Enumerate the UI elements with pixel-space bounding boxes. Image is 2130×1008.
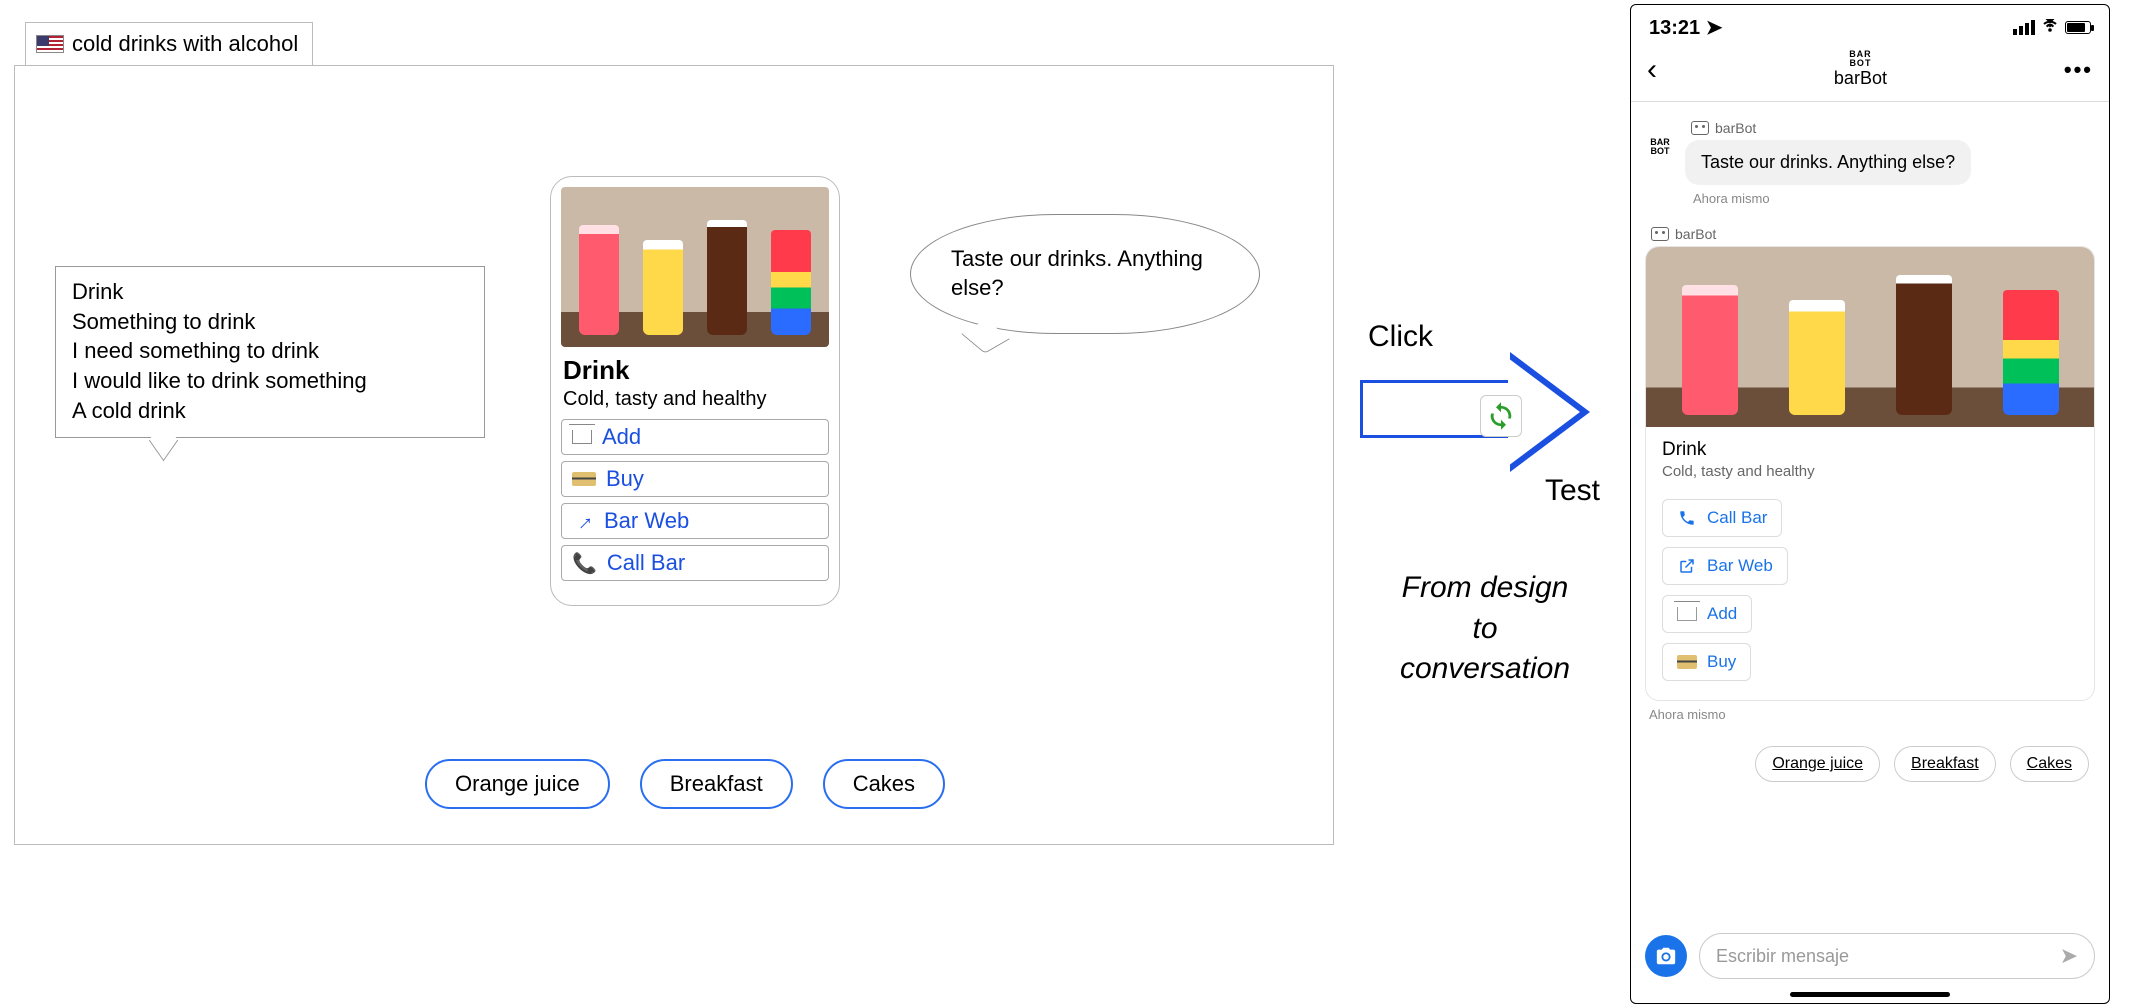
bot-avatar: BARBOT bbox=[1645, 138, 1675, 156]
test-label: Test bbox=[1360, 474, 1600, 508]
chat-card-call-button[interactable]: Call Bar bbox=[1662, 499, 1782, 537]
card-web-button[interactable]: → Bar Web bbox=[561, 503, 829, 539]
battery-icon bbox=[2065, 21, 2091, 34]
intent-line: Drink bbox=[72, 277, 468, 307]
chat-card: Drink Cold, tasty and healthy Call Bar B… bbox=[1645, 246, 2095, 701]
chat-card-subtitle: Cold, tasty and healthy bbox=[1662, 463, 2078, 480]
location-arrow-icon: ➤ bbox=[1706, 17, 1723, 39]
scenario-tab[interactable]: cold drinks with alcohol bbox=[25, 22, 313, 66]
chat-body: BARBOT barBot Taste our drinks. Anything… bbox=[1631, 102, 2109, 796]
credit-card-icon bbox=[1677, 655, 1697, 669]
phone-icon bbox=[1677, 509, 1697, 527]
message-timestamp: Ahora mismo bbox=[1649, 707, 2095, 722]
back-button[interactable]: ‹ bbox=[1647, 53, 1657, 87]
sender-label: barBot bbox=[1691, 120, 2095, 136]
response-speech-bubble[interactable]: Taste our drinks. Anything else? bbox=[910, 214, 1260, 334]
intent-line: A cold drink bbox=[72, 396, 468, 426]
intent-line: I need something to drink bbox=[72, 336, 468, 366]
card-subtitle: Cold, tasty and healthy bbox=[563, 388, 827, 411]
composer: Escribir mensaje ➤ bbox=[1645, 933, 2095, 979]
bot-message: Taste our drinks. Anything else? bbox=[1685, 140, 1971, 185]
message-timestamp: Ahora mismo bbox=[1693, 191, 2095, 206]
sender-label: barBot bbox=[1651, 226, 2095, 242]
cart-icon bbox=[1677, 607, 1697, 621]
quick-reply-cakes[interactable]: Cakes bbox=[2010, 746, 2089, 782]
chat-card-add-button[interactable]: Add bbox=[1662, 595, 1752, 633]
card-button-label: Call Bar bbox=[607, 550, 685, 576]
camera-icon bbox=[1655, 945, 1677, 967]
quick-reply-chips: Orange juice Breakfast Cakes bbox=[425, 759, 945, 809]
us-flag-icon bbox=[36, 35, 64, 53]
chat-card-image bbox=[1646, 247, 2094, 427]
bot-face-icon bbox=[1651, 227, 1669, 241]
status-bar: 13:21 ➤ bbox=[1631, 5, 2109, 44]
send-button[interactable]: ➤ bbox=[2060, 943, 2078, 969]
chat-card-title: Drink bbox=[1662, 439, 2078, 461]
chat-card-web-button[interactable]: Bar Web bbox=[1662, 547, 1788, 585]
card-buy-button[interactable]: Buy bbox=[561, 461, 829, 497]
response-text: Taste our drinks. Anything else? bbox=[951, 245, 1219, 302]
wifi-icon bbox=[2041, 16, 2059, 39]
response-card[interactable]: Drink Cold, tasty and healthy Add Buy → … bbox=[550, 176, 840, 606]
quick-reply-breakfast[interactable]: Breakfast bbox=[1894, 746, 1996, 782]
card-image bbox=[561, 187, 829, 347]
scenario-tab-label: cold drinks with alcohol bbox=[72, 31, 298, 57]
chat-card-buy-button[interactable]: Buy bbox=[1662, 643, 1751, 681]
external-link-icon: → bbox=[566, 504, 600, 538]
quick-reply-orange-juice[interactable]: Orange juice bbox=[1755, 746, 1880, 782]
card-button-label: Buy bbox=[606, 466, 644, 492]
card-button-label: Add bbox=[602, 424, 641, 450]
external-link-icon bbox=[1677, 557, 1697, 575]
card-call-button[interactable]: 📞 Call Bar bbox=[561, 545, 829, 581]
designer-canvas: cold drinks with alcohol Drink Something… bbox=[14, 65, 1334, 845]
credit-card-icon bbox=[572, 472, 596, 486]
input-placeholder: Escribir mensaje bbox=[1716, 946, 1849, 967]
chip-cakes[interactable]: Cakes bbox=[823, 759, 945, 809]
card-button-label: Bar Web bbox=[604, 508, 689, 534]
bot-logo: BARBOT bbox=[1834, 50, 1887, 68]
bot-face-icon bbox=[1691, 121, 1709, 135]
refresh-icon bbox=[1486, 401, 1516, 431]
card-title: Drink bbox=[563, 355, 827, 386]
chip-breakfast[interactable]: Breakfast bbox=[640, 759, 793, 809]
tagline: From design to conversation bbox=[1360, 568, 1610, 690]
click-label: Click bbox=[1368, 320, 1610, 354]
intent-line: I would like to drink something bbox=[72, 366, 468, 396]
intent-examples-box[interactable]: Drink Something to drink I need somethin… bbox=[55, 266, 485, 438]
chat-title: barBot bbox=[1834, 68, 1887, 89]
intent-line: Something to drink bbox=[72, 307, 468, 337]
cart-icon bbox=[572, 430, 592, 444]
more-options-button[interactable]: ••• bbox=[2064, 57, 2093, 83]
card-add-button[interactable]: Add bbox=[561, 419, 829, 455]
refresh-button[interactable] bbox=[1480, 395, 1522, 437]
transition-arrow-block: Click Test From design to conversation bbox=[1360, 320, 1610, 690]
camera-button[interactable] bbox=[1645, 935, 1687, 977]
quick-reply-row: Orange juice Breakfast Cakes bbox=[1645, 736, 2095, 796]
home-indicator bbox=[1790, 992, 1950, 997]
phone-preview: 13:21 ➤ ‹ BARBOT barBot ••• BARBOT barBo… bbox=[1630, 4, 2110, 1004]
message-input[interactable]: Escribir mensaje ➤ bbox=[1699, 933, 2095, 979]
phone-icon: 📞 bbox=[572, 551, 597, 576]
arrow-icon bbox=[1360, 360, 1610, 470]
status-time: 13:21 ➤ bbox=[1649, 15, 1722, 40]
chip-orange-juice[interactable]: Orange juice bbox=[425, 759, 610, 809]
chat-header: ‹ BARBOT barBot ••• bbox=[1631, 44, 2109, 102]
signal-icon bbox=[2013, 20, 2035, 35]
